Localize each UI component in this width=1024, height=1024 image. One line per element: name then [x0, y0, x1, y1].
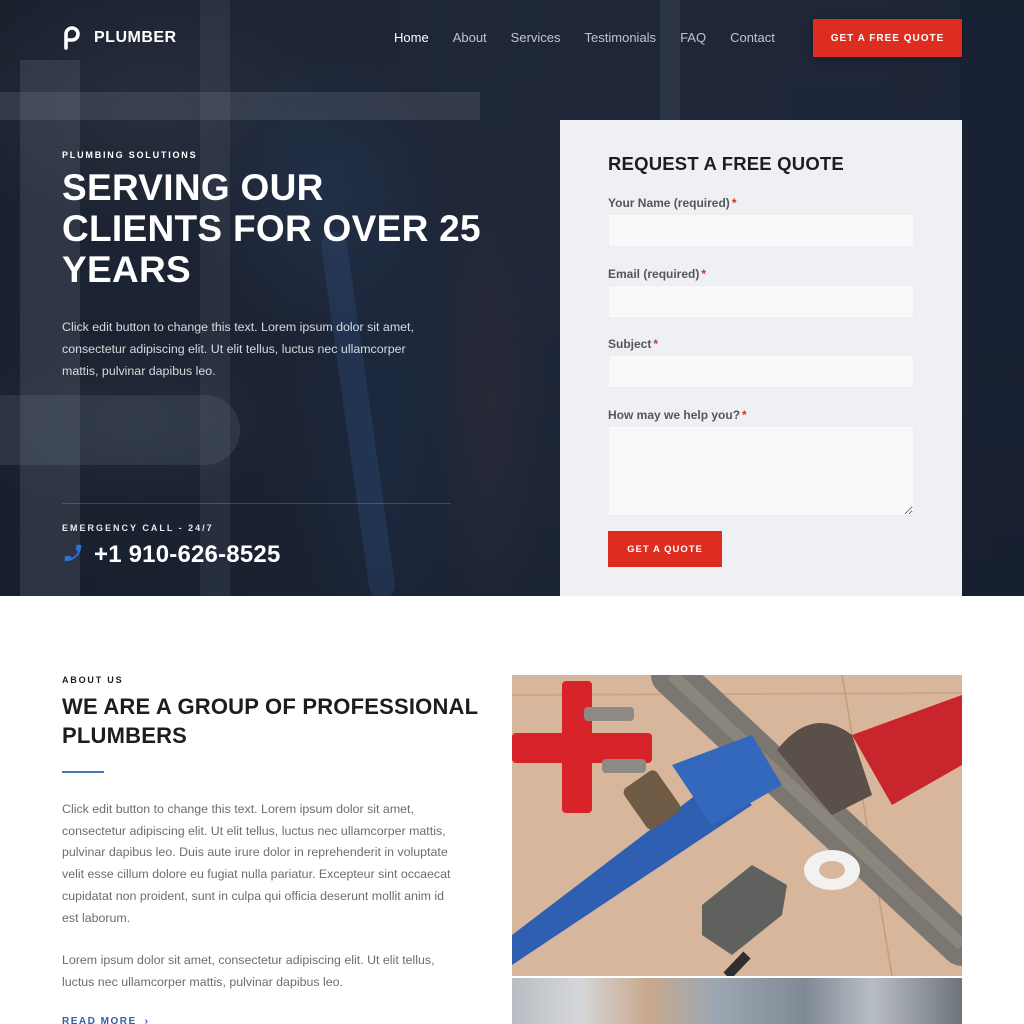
required-asterisk: *: [742, 408, 747, 422]
get-free-quote-button[interactable]: GET A FREE QUOTE: [813, 19, 962, 57]
nav-home[interactable]: Home: [394, 30, 429, 45]
about-paragraph-1: Click edit button to change this text. L…: [62, 802, 451, 925]
read-more-label: READ MORE: [62, 1016, 137, 1024]
hero-body-text: Click edit button to change this text. L…: [62, 320, 414, 378]
about-paragraph-2: Lorem ipsum dolor sit amet, consectetur …: [62, 953, 435, 989]
phone-contact[interactable]: +1 910-626-8525: [62, 541, 281, 569]
nav-about[interactable]: About: [453, 30, 487, 45]
quote-form: REQUEST A FREE QUOTE Your Name (required…: [560, 120, 962, 596]
email-label: Email (required) *: [608, 267, 706, 281]
hero-background-shape: [660, 0, 680, 120]
email-input[interactable]: [608, 285, 914, 318]
hero-background-shape: [0, 395, 240, 465]
brand-name: PLUMBER: [94, 29, 177, 46]
hero-background-shape: [0, 92, 480, 120]
hero-divider: [62, 503, 451, 504]
main-nav: Home About Services Testimonials FAQ Con…: [394, 30, 775, 45]
message-textarea[interactable]: [608, 426, 914, 516]
about-kicker: ABOUT US: [62, 675, 124, 685]
subject-label: Subject *: [608, 337, 658, 351]
nav-faq[interactable]: FAQ: [680, 30, 706, 45]
emergency-label: EMERGENCY CALL - 24/7: [62, 523, 214, 533]
nav-contact[interactable]: Contact: [730, 30, 775, 45]
p-logo-icon: [62, 26, 82, 50]
hero-background-shape: [200, 0, 230, 596]
arrow-right-icon: ›: [144, 1016, 150, 1024]
nav-testimonials[interactable]: Testimonials: [585, 30, 657, 45]
phone-number[interactable]: +1 910-626-8525: [94, 541, 281, 569]
subject-input[interactable]: [608, 355, 914, 388]
about-title-underline: [62, 771, 104, 773]
read-more-link[interactable]: READ MORE ›: [62, 1016, 149, 1024]
name-input[interactable]: [608, 214, 914, 247]
plumber-photo: [512, 978, 962, 1024]
get-a-quote-button[interactable]: GET A QUOTE: [608, 531, 722, 567]
hero-title: SERVING OUR CLIENTS FOR OVER 25 YEARS: [62, 167, 481, 290]
tools-photo: [512, 675, 962, 976]
email-label-text: Email (required): [608, 267, 700, 281]
name-label-text: Your Name (required): [608, 196, 730, 210]
hero-section: PLUMBER Home About Services Testimonials…: [0, 0, 1024, 596]
phone-icon: [62, 542, 84, 569]
name-label: Your Name (required) *: [608, 196, 736, 210]
about-title: WE ARE A GROUP OF PROFESSIONAL PLUMBERS: [62, 694, 478, 748]
quote-form-title: REQUEST A FREE QUOTE: [608, 153, 844, 174]
site-logo[interactable]: PLUMBER: [62, 26, 177, 50]
subject-label-text: Subject: [608, 337, 652, 351]
nav-services[interactable]: Services: [511, 30, 561, 45]
required-asterisk: *: [701, 267, 707, 281]
message-label-text: How may we help you?: [608, 408, 741, 422]
required-asterisk: *: [653, 337, 659, 351]
required-asterisk: *: [731, 196, 737, 210]
message-label: How may we help you? *: [608, 408, 747, 422]
hero-background-shape: [960, 0, 1024, 596]
hero-kicker: PLUMBING SOLUTIONS: [62, 150, 198, 160]
